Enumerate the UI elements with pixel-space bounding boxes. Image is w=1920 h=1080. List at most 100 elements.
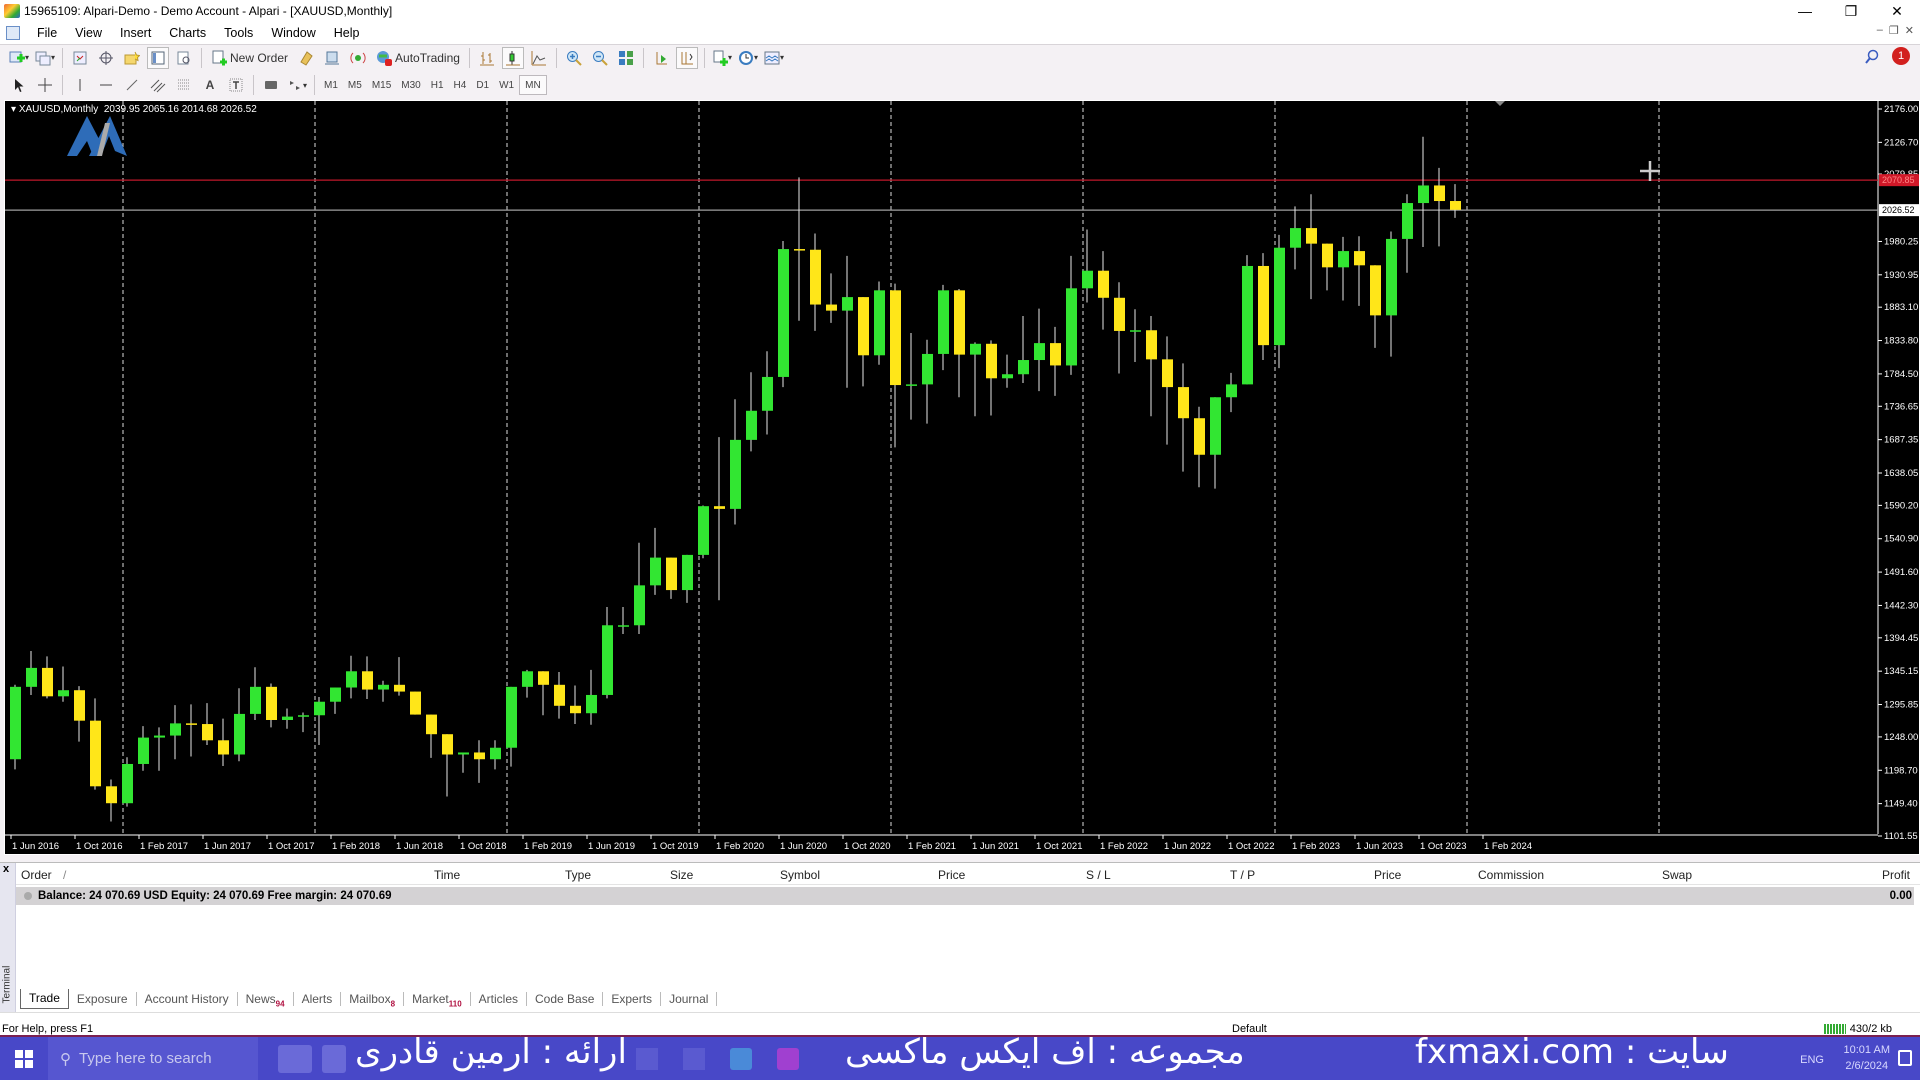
tab-code-base[interactable]: Code Base (527, 992, 604, 1006)
candlestick-chart-button[interactable] (501, 46, 524, 69)
timeframe-mn[interactable]: MN (519, 75, 547, 95)
col-price[interactable]: Price (938, 868, 965, 882)
windows-start-icon[interactable] (0, 1049, 48, 1068)
zoom-in-button[interactable] (563, 47, 585, 69)
col-size[interactable]: Size (670, 868, 693, 882)
tab-trade[interactable]: Trade (20, 989, 69, 1009)
col-current-price[interactable]: Price (1374, 868, 1401, 882)
tab-mailbox[interactable]: Mailbox8 (341, 992, 405, 1008)
notification-badge[interactable]: 1 (1892, 47, 1910, 65)
timeframe-m30[interactable]: M30 (396, 75, 425, 95)
taskbar-app-icon[interactable] (730, 1047, 752, 1070)
menu-charts[interactable]: Charts (160, 26, 215, 40)
close-button[interactable]: ✕ (1874, 0, 1920, 22)
horizontal-line-tool[interactable] (95, 74, 117, 96)
trendline-tool[interactable] (121, 74, 143, 96)
chart-window-icon[interactable] (6, 26, 20, 40)
tab-account-history[interactable]: Account History (137, 992, 238, 1006)
fibonacci-tool[interactable] (173, 74, 195, 96)
signals-button[interactable] (321, 47, 343, 69)
mdi-restore-button[interactable]: ❐ (1889, 24, 1899, 37)
autotrading-button[interactable]: AutoTrading (373, 47, 463, 69)
tab-journal[interactable]: Journal (661, 992, 718, 1006)
cursor-tool[interactable] (8, 74, 30, 96)
chart-shift-button[interactable] (650, 47, 672, 69)
candlestick-chart[interactable]: 2176.002126.702079.851980.251930.951883.… (5, 101, 1919, 854)
new-order-button[interactable]: New Order (208, 47, 291, 69)
crosshair-tool[interactable] (34, 74, 56, 96)
search-icon[interactable] (1864, 49, 1880, 68)
strategy-tester-button[interactable] (173, 47, 195, 69)
price-chart[interactable]: 2176.002126.702079.851980.251930.951883.… (4, 100, 1920, 855)
taskbar-excel-icon[interactable] (636, 1047, 658, 1070)
menu-tools[interactable]: Tools (215, 26, 262, 40)
equidistant-channel-tool[interactable] (147, 74, 169, 96)
tab-alerts[interactable]: Alerts (294, 992, 342, 1006)
col-order[interactable]: Order (21, 868, 52, 882)
tab-exposure[interactable]: Exposure (69, 992, 137, 1006)
timeframe-m5[interactable]: M5 (343, 75, 367, 95)
restore-button[interactable]: ❐ (1828, 0, 1874, 22)
menu-insert[interactable]: Insert (111, 26, 160, 40)
templates-button[interactable]: ▾ (763, 47, 785, 69)
terminal-button[interactable] (147, 46, 169, 69)
timeframe-h1[interactable]: H1 (426, 75, 449, 95)
tile-windows-button[interactable] (615, 47, 637, 69)
market-watch-button[interactable] (69, 47, 91, 69)
taskbar-app-icon[interactable] (777, 1047, 799, 1070)
connection-status[interactable]: 430/2 kb (1823, 1023, 1892, 1035)
minimize-button[interactable]: — (1782, 0, 1828, 22)
action-center-icon[interactable] (1898, 1050, 1912, 1066)
tab-market[interactable]: Market110 (404, 992, 471, 1008)
zoom-out-button[interactable] (589, 47, 611, 69)
collapse-icon[interactable]: ▾ (11, 104, 19, 115)
vertical-line-tool[interactable] (69, 74, 91, 96)
metaeditor-button[interactable] (295, 47, 317, 69)
terminal-close-button[interactable]: x (3, 863, 9, 875)
menu-help[interactable]: Help (325, 26, 369, 40)
timeframe-m1[interactable]: M1 (319, 75, 343, 95)
col-profit[interactable]: Profit (1882, 868, 1910, 882)
col-time[interactable]: Time (434, 868, 460, 882)
line-chart-button[interactable] (528, 47, 550, 69)
periods-button[interactable]: ▾ (737, 47, 759, 69)
timeframe-m15[interactable]: M15 (367, 75, 396, 95)
navigator-button[interactable] (121, 47, 143, 69)
menu-window[interactable]: Window (262, 26, 324, 40)
col-commission[interactable]: Commission (1478, 868, 1544, 882)
taskbar-search[interactable]: ⚲ Type here to search (48, 1037, 258, 1080)
col-type[interactable]: Type (565, 868, 591, 882)
taskbar-app-icon[interactable] (322, 1044, 346, 1073)
profiles-button[interactable]: ▾ (34, 47, 56, 69)
timeframe-d1[interactable]: D1 (471, 75, 494, 95)
menu-file[interactable]: File (28, 26, 66, 40)
tab-articles[interactable]: Articles (471, 992, 527, 1006)
col-symbol[interactable]: Symbol (780, 868, 820, 882)
col-swap[interactable]: Swap (1662, 868, 1692, 882)
arrows-tool[interactable]: ▾ (286, 74, 308, 96)
balance-row[interactable]: Balance: 24 070.69 USD Equity: 24 070.69… (16, 887, 1914, 905)
mdi-close-button[interactable]: ✕ (1905, 24, 1914, 37)
bar-chart-button[interactable] (476, 47, 498, 69)
tab-news[interactable]: News94 (238, 992, 294, 1008)
mdi-minimize-button[interactable]: – (1877, 24, 1883, 37)
new-chart-button[interactable]: ▾ (8, 47, 30, 69)
text-label-tool[interactable] (225, 74, 247, 96)
col-tp[interactable]: T / P (1230, 868, 1255, 882)
taskbar-app-icon[interactable] (683, 1047, 705, 1070)
menu-view[interactable]: View (66, 26, 111, 40)
text-tool[interactable]: A (199, 74, 221, 96)
language-indicator[interactable]: ENG (1800, 1052, 1824, 1068)
clock[interactable]: 10:01 AM 2/6/2024 (1844, 1042, 1890, 1074)
market-button[interactable] (347, 47, 369, 69)
bearish-candle (442, 734, 453, 755)
data-window-button[interactable] (95, 47, 117, 69)
col-sl[interactable]: S / L (1086, 868, 1111, 882)
timeframe-h4[interactable]: H4 (449, 75, 472, 95)
tab-experts[interactable]: Experts (603, 992, 662, 1006)
taskbar-app-icon[interactable] (278, 1044, 312, 1073)
indicators-button[interactable]: ▾ (711, 47, 733, 69)
auto-scroll-button[interactable] (675, 46, 698, 69)
timeframe-w1[interactable]: W1 (494, 75, 519, 95)
rectangle-tool[interactable] (260, 74, 282, 96)
